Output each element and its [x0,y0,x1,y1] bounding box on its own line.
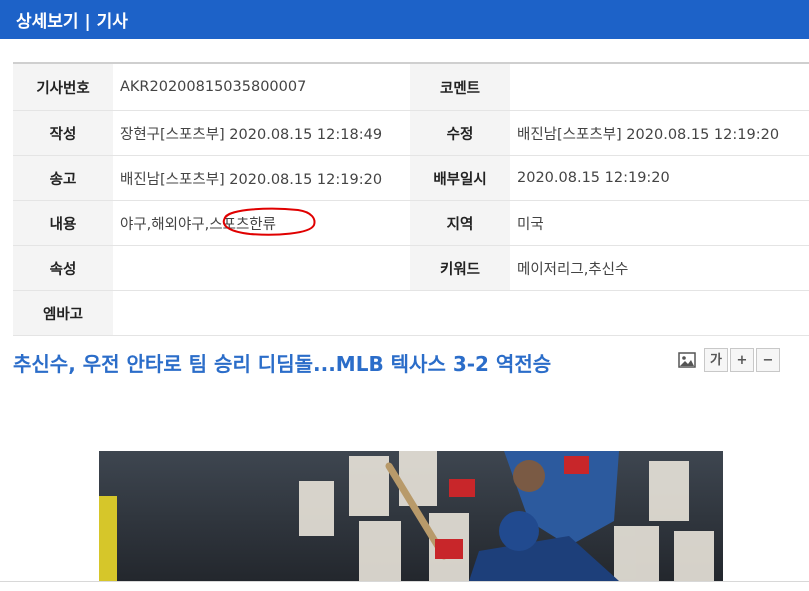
table-row: 내용 야구,해외야구,스포츠한류 지역 미국 [13,200,809,246]
article-headline[interactable]: 추신수, 우전 안타로 팀 승리 디딤돌...MLB 텍사스 3-2 역전승 [13,348,551,377]
meta-key: 작성 [13,110,113,156]
meta-value: 배진남[스포츠부] 2020.08.15 12:19:20 [510,110,809,156]
meta-key: 지역 [410,200,510,246]
zoom-out-button[interactable]: − [756,348,780,372]
meta-key: 배부일시 [410,155,510,201]
font-size-button[interactable]: 가 [704,348,728,372]
photo-icon[interactable] [678,351,696,369]
meta-key: 기사번호 [13,62,113,111]
zoom-in-button[interactable]: + [730,348,754,372]
meta-key: 코멘트 [410,62,510,111]
meta-key: 송고 [13,155,113,201]
meta-value: AKR20200815035800007 [113,62,410,111]
meta-value: 미국 [510,200,809,246]
table-row: 송고 배진남[스포츠부] 2020.08.15 12:19:20 배부일시 20… [13,155,809,201]
table-row: 엠바고 [13,290,809,336]
article-photo [99,451,723,581]
table-row: 속성 키워드 메이저리그,추신수 [13,245,809,291]
meta-value [510,62,809,111]
meta-value: 장현구[스포츠부] 2020.08.15 12:18:49 [113,110,410,156]
red-annotation-circle [222,207,316,236]
meta-value: 배진남[스포츠부] 2020.08.15 12:19:20 [113,155,410,201]
divider [0,581,809,582]
meta-value [113,290,809,336]
meta-key: 내용 [13,200,113,246]
table-row: 기사번호 AKR20200815035800007 코멘트 [13,62,809,111]
table-row: 작성 장현구[스포츠부] 2020.08.15 12:18:49 수정 배진남[… [13,110,809,156]
page-title: 상세보기 | 기사 [16,12,128,32]
article-meta-table: 기사번호 AKR20200815035800007 코멘트 작성 장현구[스포츠… [13,62,809,336]
meta-value: 메이저리그,추신수 [510,245,809,291]
meta-value: 2020.08.15 12:19:20 [510,155,809,201]
meta-key: 수정 [410,110,510,156]
meta-key: 키워드 [410,245,510,291]
meta-key: 엠바고 [13,290,113,336]
meta-value [113,245,410,291]
top-bar: 상세보기 | 기사 [0,0,809,39]
meta-key: 속성 [13,245,113,291]
